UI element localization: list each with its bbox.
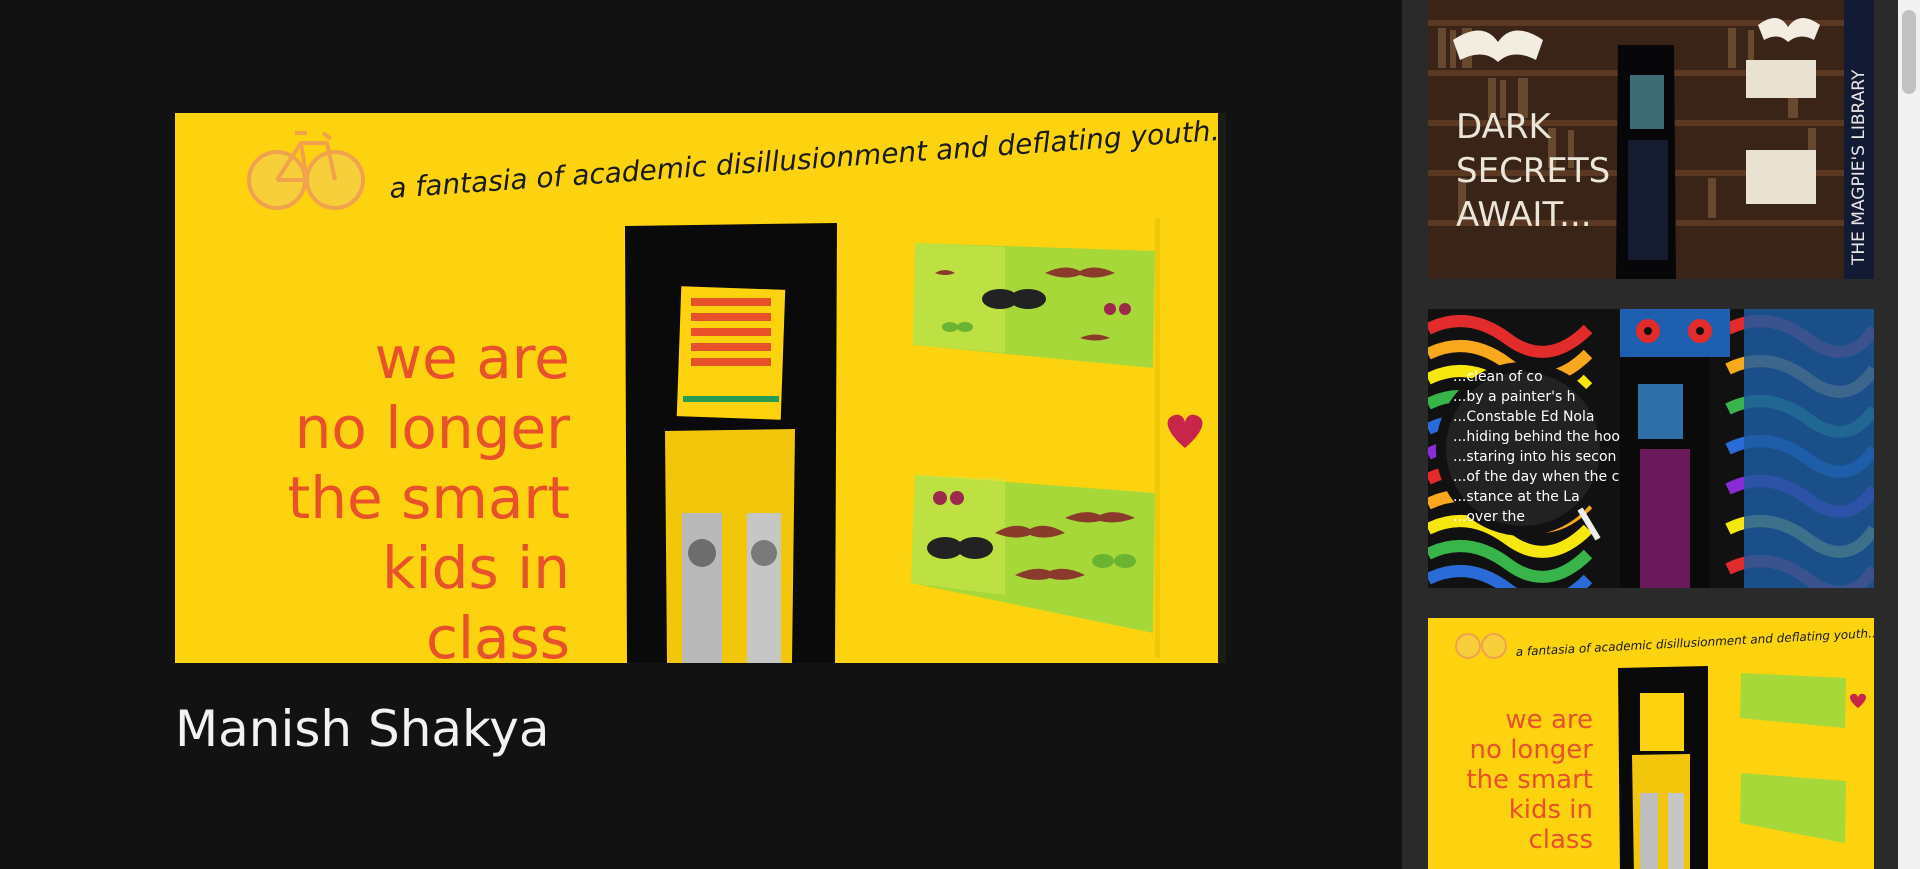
scrollbar-thumb[interactable] xyxy=(1902,10,1916,94)
artist-name: Manish Shakya xyxy=(175,700,550,758)
thumb-2-text-line: ...over the xyxy=(1453,509,1525,525)
poster-line: we are xyxy=(375,324,570,392)
thumb-1-text-line: DARK xyxy=(1456,107,1552,147)
thumbnail-artwork: THE MAGPIE'S LIBRARY DARK SECRETS AWAIT.… xyxy=(1428,0,1874,279)
hero-artwork: a fantasia of academic disillusionment a… xyxy=(175,113,1226,663)
thumb-2-text-line: ...clean of co xyxy=(1453,369,1543,385)
thumbnail-artwork: ...clean of co ...by a painter's h ...Co… xyxy=(1428,309,1874,588)
thumb-2-text-line: ...by a painter's h xyxy=(1453,389,1576,405)
gallery-thumbnail-3[interactable]: a fantasia of academic disillusionment a… xyxy=(1428,618,1874,869)
thumb-2-text-line: ...staring into his secon xyxy=(1453,449,1616,465)
doorway-display xyxy=(625,223,837,663)
thumb-2-text-line: ...Constable Ed Nola xyxy=(1453,409,1594,425)
thumb-3-poster-line: no longer xyxy=(1470,735,1594,765)
poster-line: kids in xyxy=(382,534,570,602)
thumb-3-poster-line: kids in xyxy=(1509,795,1593,825)
thumb-1-text-line: AWAIT... xyxy=(1456,195,1592,235)
gallery-thumbnail-2[interactable]: ...clean of co ...by a painter's h ...Co… xyxy=(1428,309,1874,588)
hero-image[interactable]: a fantasia of academic disillusionment a… xyxy=(175,113,1226,663)
poster-line: no longer xyxy=(295,394,571,462)
poster-line: the smart xyxy=(288,464,570,532)
sidebar-gallery: THE MAGPIE'S LIBRARY DARK SECRETS AWAIT.… xyxy=(1402,0,1898,869)
main-area: a fantasia of academic disillusionment a… xyxy=(0,0,1402,869)
thumb-1-banner: THE MAGPIE'S LIBRARY xyxy=(1849,69,1869,266)
gallery-thumbnail-1[interactable]: THE MAGPIE'S LIBRARY DARK SECRETS AWAIT.… xyxy=(1428,0,1874,279)
thumb-1-text-line: SECRETS xyxy=(1456,151,1610,191)
thumb-3-poster-line: we are xyxy=(1505,705,1593,735)
thumb-3-poster-line: the smart xyxy=(1466,765,1593,795)
thumb-2-text-line: ...hiding behind the hoo xyxy=(1453,429,1620,445)
thumbnail-artwork: a fantasia of academic disillusionment a… xyxy=(1428,618,1874,869)
scrollbar[interactable] xyxy=(1898,0,1920,869)
thumb-2-text-line: ...of the day when the c xyxy=(1453,469,1619,485)
thumb-2-text-line: ...stance at the La xyxy=(1453,489,1580,505)
poster-line: class xyxy=(426,604,570,663)
thumb-3-poster-line: class xyxy=(1528,825,1593,855)
